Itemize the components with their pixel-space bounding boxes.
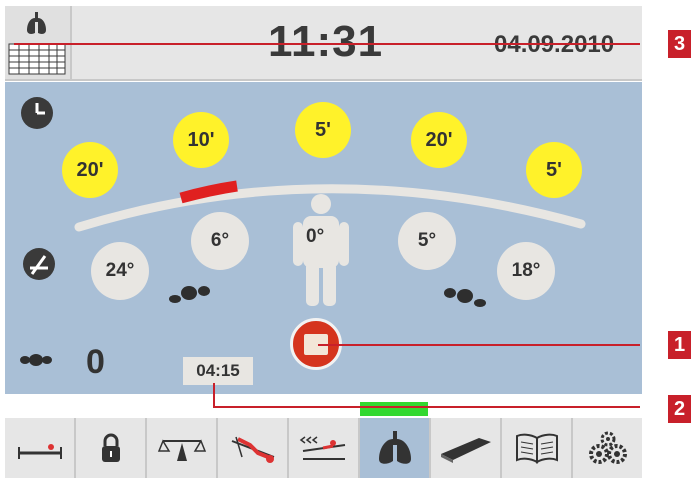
tool-settings[interactable]: [573, 418, 642, 478]
left-feet-icon: [169, 286, 210, 303]
clock-icon: [21, 97, 53, 129]
tool-mattress[interactable]: [431, 418, 502, 478]
angle-4[interactable]: 5°: [398, 212, 456, 270]
duration-5[interactable]: 5': [526, 142, 582, 198]
bed-flat-icon: [17, 444, 62, 459]
callout-2: 2: [668, 395, 691, 423]
stop-button[interactable]: [290, 318, 342, 370]
tool-bed-flat[interactable]: [5, 418, 76, 478]
settings-gears-icon: [588, 431, 627, 464]
right-feet-icon: [444, 288, 486, 307]
current-date: 04.09.2010: [494, 31, 615, 58]
lungs-icon: [378, 431, 411, 464]
angle-icon: [23, 248, 55, 280]
angle-5[interactable]: 18°: [497, 242, 555, 300]
turn-counter: 0: [86, 343, 105, 381]
turn-counter-icon: [20, 354, 52, 366]
tool-trendelenburg[interactable]: [218, 418, 289, 478]
stop-icon: [304, 333, 328, 355]
tool-manual[interactable]: [502, 418, 573, 478]
clock-time: 11:31: [268, 17, 384, 66]
patient-figure-icon: [293, 194, 349, 306]
lock-icon: [101, 433, 120, 462]
scale-icon: [157, 439, 206, 461]
bed-tilt-icon: [299, 436, 345, 460]
duration-1[interactable]: 20': [62, 142, 118, 198]
manual-book-icon: [515, 433, 558, 464]
trendelenburg-icon: [231, 436, 274, 463]
bottom-toolbar: [5, 418, 642, 478]
callout-1: 1: [668, 331, 691, 359]
tool-bed-tilt[interactable]: [289, 418, 360, 478]
tool-scale[interactable]: [147, 418, 218, 478]
elapsed-time: 04:15: [183, 357, 253, 385]
duration-4[interactable]: 20': [411, 112, 467, 168]
lungs-grid-icon: [8, 12, 66, 75]
angle-center: 0°: [306, 226, 325, 247]
duration-3[interactable]: 5': [295, 102, 351, 158]
duration-2[interactable]: 10': [173, 112, 229, 168]
mattress-icon: [440, 438, 491, 463]
tool-lungs[interactable]: [360, 418, 431, 478]
angle-2[interactable]: 6°: [191, 212, 249, 270]
active-tab-indicator: [360, 402, 428, 416]
callout-3: 3: [668, 30, 691, 58]
tool-lock[interactable]: [76, 418, 147, 478]
program-icon-panel[interactable]: [5, 6, 72, 79]
angle-1[interactable]: 24°: [91, 242, 149, 300]
